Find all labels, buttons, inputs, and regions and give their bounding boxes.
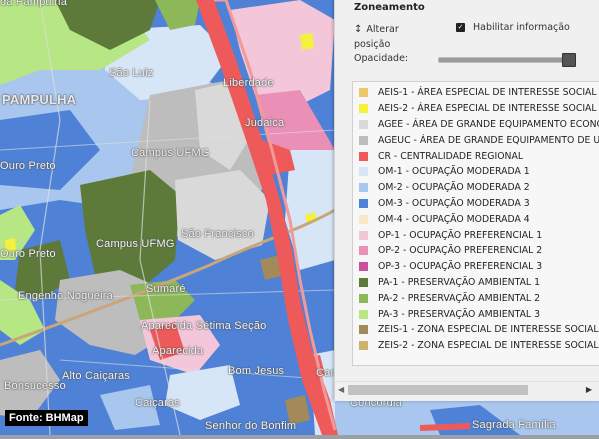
legend-swatch [359, 135, 368, 145]
legend-item: AGEUC - ÁREA DE GRANDE EQUIPAMENTO DE US… [359, 132, 599, 148]
legend-swatch [359, 341, 368, 351]
scrollbar-thumb[interactable] [348, 385, 528, 395]
legend-item: OP-2 - OCUPAÇÃO PREFERENCIAL 2 [359, 243, 599, 259]
legend-item: AEIS-1 - ÁREA ESPECIAL DE INTERESSE SOCI… [359, 85, 599, 101]
map-label-pampulha: PAMPULHA [2, 92, 77, 107]
map-label-campus-ufmg-2: Campus UFMG [96, 238, 175, 250]
map-label-sagrada-familia: Sagrada Família [472, 419, 556, 431]
legend-item: ZEIS-1 - ZONA ESPECIAL DE INTERESSE SOCI… [359, 322, 599, 338]
legend-swatch [359, 246, 368, 256]
legend-label: OP-1 - OCUPAÇÃO PREFERENCIAL 1 [378, 229, 543, 241]
map-label-caicaras: Caiçaras [135, 397, 181, 409]
legend-item: CR - CENTRALIDADE REGIONAL [359, 148, 599, 164]
enable-info-label: Habilitar informação [473, 22, 570, 33]
legend-item: OM-4 - OCUPAÇÃO MODERADA 4 [359, 211, 599, 227]
legend-item: OM-1 - OCUPAÇÃO MODERADA 1 [359, 164, 599, 180]
map-label-campus-ufmg-1: Campus UFMG [131, 147, 210, 159]
map-label-alto-caicaras: Alto Caiçaras [62, 370, 131, 382]
map-label-sao-luiz: São Luiz [109, 67, 154, 79]
opacity-slider-fill [439, 58, 573, 62]
legend-label: ZEIS-2 - ZONA ESPECIAL DE INTERESSE SOCI… [378, 340, 599, 352]
map-label-bonsucesso: Bonsucesso [4, 380, 66, 392]
enable-info-checkbox[interactable]: ✓ [456, 23, 465, 32]
opacity-slider-thumb[interactable] [562, 53, 576, 67]
legend-label: PA-3 - PRESERVAÇÃO AMBIENTAL 3 [378, 308, 540, 320]
map-label-sumare: Sumaré [146, 283, 186, 295]
legend-swatch [359, 293, 368, 303]
legend-label: AGEE - ÁREA DE GRANDE EQUIPAMENTO ECONÔM… [378, 118, 599, 130]
map-label-liberdade: Liberdade [223, 77, 274, 89]
legend-item: OP-3 - OCUPAÇÃO PREFERENCIAL 3 [359, 259, 599, 275]
legend-item: ZEIS-2 - ZONA ESPECIAL DE INTERESSE SOCI… [359, 338, 599, 354]
map-label-bom-jesus: Bom Jesus [228, 365, 285, 377]
legend-swatch [359, 183, 368, 193]
scroll-left-icon[interactable]: ◀ [338, 385, 344, 394]
opacity-slider[interactable] [438, 53, 576, 67]
legend-label: OP-2 - OCUPAÇÃO PREFERENCIAL 2 [378, 245, 543, 257]
panel-title: Zoneamento [354, 2, 425, 13]
legend-label: OM-3 - OCUPAÇÃO MODERADA 3 [378, 197, 530, 209]
legend-swatch [359, 151, 368, 161]
map-label-aparecida: Aparecida [152, 345, 204, 357]
map-label-aparecida-setima: Aparecida Sétima Seção [141, 320, 267, 332]
map-label-judaica: Judaica [245, 117, 285, 129]
legend-label: OP-3 - OCUPAÇÃO PREFERENCIAL 3 [378, 261, 543, 273]
legend-list: AEIS-1 - ÁREA ESPECIAL DE INTERESSE SOCI… [359, 85, 599, 354]
zoning-layer-panel: Zoneamento ↕ Alterar posição ✓ Habilitar … [334, 0, 599, 401]
legend-horizontal-scrollbar[interactable]: ◀ ▶ [335, 381, 599, 399]
legend-item: AEIS-2 - ÁREA ESPECIAL DE INTERESSE SOCI… [359, 101, 599, 117]
legend-swatch [359, 309, 368, 319]
legend-label: PA-1 - PRESERVAÇÃO AMBIENTAL 1 [378, 276, 540, 288]
move-position-control[interactable]: ↕ Alterar posição [354, 22, 424, 52]
legend-item: PA-1 - PRESERVAÇÃO AMBIENTAL 1 [359, 275, 599, 291]
opacity-label: Opacidade: [354, 53, 409, 64]
legend-swatch [359, 214, 368, 224]
legend-swatch [359, 277, 368, 287]
legend-box: AEIS-1 - ÁREA ESPECIAL DE INTERESSE SOCI… [352, 81, 599, 366]
legend-swatch [359, 119, 368, 129]
legend-swatch [359, 104, 368, 114]
legend-label: AEIS-1 - ÁREA ESPECIAL DE INTERESSE SOCI… [378, 87, 599, 99]
legend-item: OM-3 - OCUPAÇÃO MODERADA 3 [359, 196, 599, 212]
map-label-senhor-bonfim: Senhor do Bonfim [205, 420, 297, 432]
scroll-right-icon[interactable]: ▶ [586, 385, 592, 394]
legend-swatch [359, 88, 368, 98]
legend-label: OM-4 - OCUPAÇÃO MODERADA 4 [378, 213, 530, 225]
map-label-ouro-preto-1: Ouro Preto [0, 160, 56, 172]
legend-item: OP-1 - OCUPAÇÃO PREFERENCIAL 1 [359, 227, 599, 243]
map-source-label: Fonte: BHMap [5, 410, 88, 426]
legend-label: OM-1 - OCUPAÇÃO MODERADA 1 [378, 166, 530, 178]
legend-label: PA-2 - PRESERVAÇÃO AMBIENTAL 2 [378, 292, 540, 304]
legend-swatch [359, 198, 368, 208]
legend-label: AGEUC - ÁREA DE GRANDE EQUIPAMENTO DE US… [378, 134, 599, 146]
legend-item: AGEE - ÁREA DE GRANDE EQUIPAMENTO ECONÔM… [359, 117, 599, 133]
map-label-ouro-preto-2: Ouro Preto [0, 248, 56, 260]
legend-swatch [359, 262, 368, 272]
map-label-engenho-nogueira: Engenho Nogueira [18, 290, 113, 302]
enable-info-control[interactable]: ✓ Habilitar informação [456, 22, 570, 33]
map-label-sao-francisco: São Francisco [181, 228, 254, 240]
move-arrows-icon[interactable]: ↕ [354, 24, 362, 35]
legend-item: PA-3 - PRESERVAÇÃO AMBIENTAL 3 [359, 306, 599, 322]
legend-item: OM-2 - OCUPAÇÃO MODERADA 2 [359, 180, 599, 196]
legend-item: PA-2 - PRESERVAÇÃO AMBIENTAL 2 [359, 290, 599, 306]
legend-swatch [359, 325, 368, 335]
legend-swatch [359, 167, 368, 177]
legend-label: ZEIS-1 - ZONA ESPECIAL DE INTERESSE SOCI… [378, 324, 599, 336]
legend-label: OM-2 - OCUPAÇÃO MODERADA 2 [378, 182, 530, 194]
legend-label: AEIS-2 - ÁREA ESPECIAL DE INTERESSE SOCI… [378, 103, 599, 115]
legend-swatch [359, 230, 368, 240]
map-label-pampulha-top: da Pampulha [0, 0, 68, 8]
legend-label: CR - CENTRALIDADE REGIONAL [378, 150, 524, 162]
zone-aeis2-1 [300, 33, 314, 50]
